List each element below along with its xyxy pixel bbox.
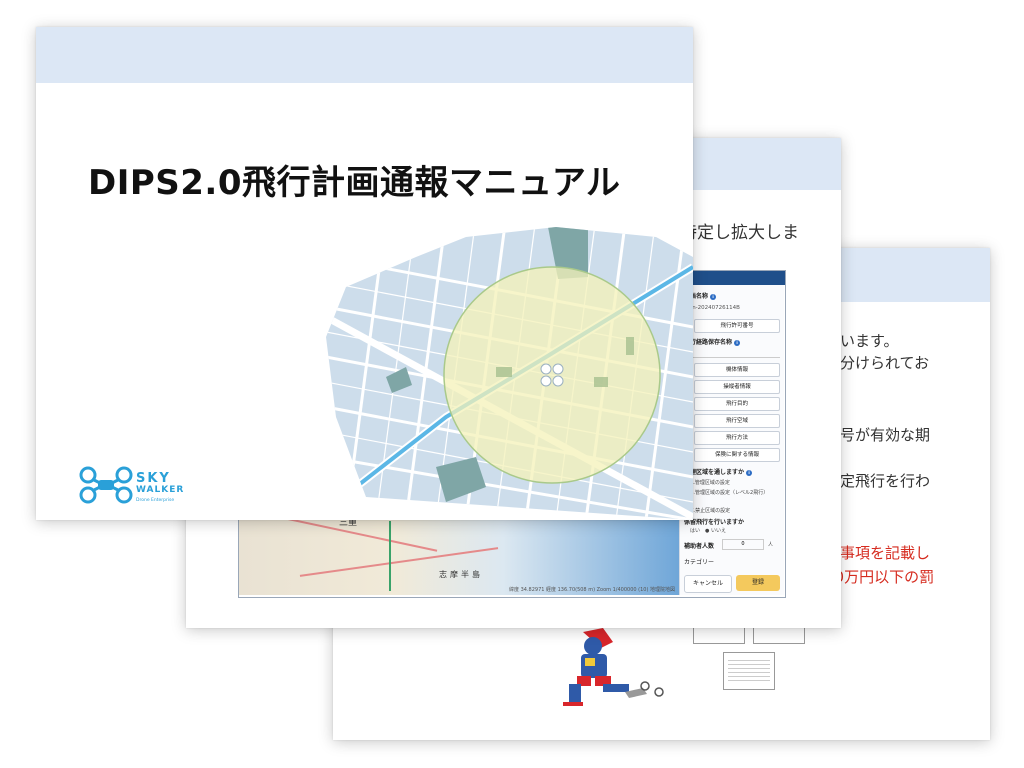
slide-1-header-band bbox=[36, 27, 693, 83]
logo-text-sky: SKY bbox=[136, 471, 171, 486]
option-c[interactable]: C.禁止区域の設定 bbox=[690, 507, 730, 514]
insurance-info-button[interactable]: 保険に関する情報 bbox=[694, 448, 780, 462]
aircraft-info-button[interactable]: 機体情報 bbox=[694, 363, 780, 377]
tethered-flight-question: 係留飛行を行いますか bbox=[684, 519, 745, 526]
hero-illustration bbox=[563, 628, 664, 706]
managed-area-question: 管理区域を通しますか i bbox=[684, 467, 753, 476]
pilot-info-button[interactable]: 操縦者情報 bbox=[694, 380, 780, 394]
doc-thumbnail bbox=[723, 652, 775, 690]
register-button[interactable]: 登録 bbox=[736, 575, 780, 591]
cancel-button[interactable]: キャンセル bbox=[684, 575, 732, 593]
flight-plan-panel: 計画名称 i Plan-20240726114B 飛行許可番号 飛行経路保存名称 i… bbox=[679, 285, 784, 595]
drone-logo-icon bbox=[79, 466, 133, 504]
slide-3-line-6: 10万円以下の罰 bbox=[825, 568, 935, 586]
category-label: カテゴリー bbox=[684, 559, 715, 566]
flight-airspace-button[interactable]: 飛行空域 bbox=[694, 414, 780, 428]
flight-purpose-button[interactable]: 飛行目的 bbox=[694, 397, 780, 411]
logo-text-sub: Drone Enterprise bbox=[136, 498, 175, 503]
logo-text-walker: WALKER bbox=[136, 485, 185, 495]
area-map: 三重 志摩半島 緯度 34.82971 経度 136.70(508 m) Zoo… bbox=[239, 511, 679, 595]
slide-title: DIPS2.0飛行計画通報マニュアル bbox=[88, 163, 621, 203]
slide-2-heading: 特定し拡大しま bbox=[680, 223, 799, 243]
assistants-input[interactable]: 0 bbox=[722, 539, 764, 550]
assistants-unit: 人 bbox=[768, 542, 774, 548]
map-footer: 緯度 34.82971 経度 136.70(508 m) Zoom 1/4000… bbox=[509, 587, 676, 593]
info-icon: i bbox=[746, 469, 753, 476]
info-icon: i bbox=[710, 293, 717, 300]
slide-1: DIPS2.0飛行計画通報マニュアル SKY WALKER Drone Ente… bbox=[36, 27, 693, 520]
permit-number-button[interactable]: 飛行許可番号 bbox=[694, 319, 780, 333]
option-a[interactable]: A.管理区域の設定 bbox=[690, 479, 730, 486]
assistants-label: 補助者人数 bbox=[684, 543, 715, 550]
map-route bbox=[389, 521, 391, 591]
info-icon: i bbox=[734, 339, 741, 346]
map-peninsula-label: 志摩半島 bbox=[439, 570, 483, 579]
flight-method-button[interactable]: 飛行方法 bbox=[694, 431, 780, 445]
option-b[interactable]: B.管理区域の設定（レベル2飛行） bbox=[690, 489, 770, 496]
flight-area-map bbox=[326, 227, 693, 520]
route-name-select[interactable] bbox=[684, 347, 780, 358]
tethered-yes-no[interactable]: はい ● いいえ bbox=[690, 527, 726, 534]
